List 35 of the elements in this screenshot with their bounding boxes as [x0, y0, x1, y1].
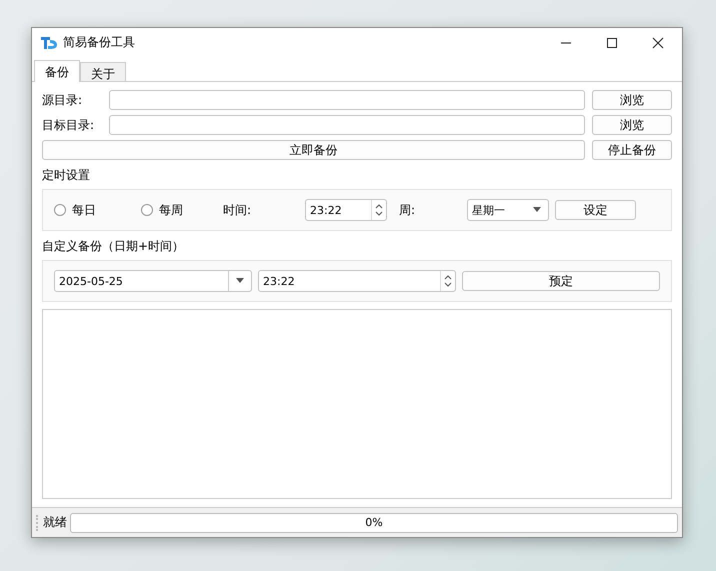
- tab[interactable]: 关于: [80, 62, 126, 81]
- week-label: 周:: [399, 202, 416, 218]
- radio-option[interactable]: 每日: [54, 202, 141, 218]
- radio-label: 每周: [159, 202, 183, 218]
- set-button[interactable]: 设定: [555, 200, 636, 220]
- directory-field[interactable]: [109, 115, 585, 135]
- dropdown-arrow-icon[interactable]: [532, 207, 542, 213]
- directory-field[interactable]: [109, 90, 585, 110]
- time-spinbox[interactable]: 23:22: [258, 270, 456, 292]
- close-icon[interactable]: [652, 36, 664, 48]
- maximize-icon[interactable]: [606, 36, 618, 48]
- time-spinbox[interactable]: 23:22: [305, 199, 387, 221]
- radio-label: 每日: [72, 202, 96, 218]
- field-label: 源目录:: [42, 92, 84, 108]
- radio-icon[interactable]: [54, 204, 66, 216]
- progress-label: 0%: [365, 516, 383, 529]
- tab[interactable]: 备份: [34, 60, 80, 82]
- browse-button[interactable]: 浏览: [592, 90, 672, 110]
- week-dropdown[interactable]: 星期一: [467, 199, 549, 221]
- stop-backup-button[interactable]: 停止备份: [592, 140, 672, 160]
- section-title: 自定义备份（日期+时间）: [42, 238, 186, 255]
- schedule-button[interactable]: 预定: [462, 271, 660, 291]
- browse-button[interactable]: 浏览: [592, 115, 672, 135]
- field-label: 目标目录:: [42, 116, 96, 134]
- spin-arrows-icon[interactable]: [444, 274, 452, 288]
- status-text: 就绪: [43, 514, 67, 531]
- dropdown-arrow-icon[interactable]: [235, 278, 245, 284]
- window-title: 简易备份工具: [63, 34, 135, 51]
- section-title: 定时设置: [42, 167, 91, 184]
- radio-icon[interactable]: [141, 204, 153, 216]
- spin-arrows-icon[interactable]: [375, 203, 383, 217]
- time-label: 时间:: [223, 202, 252, 218]
- date-dropdown[interactable]: 2025-05-25: [54, 270, 252, 292]
- backup-now-button[interactable]: 立即备份: [42, 140, 585, 160]
- logo-icon: [40, 34, 58, 50]
